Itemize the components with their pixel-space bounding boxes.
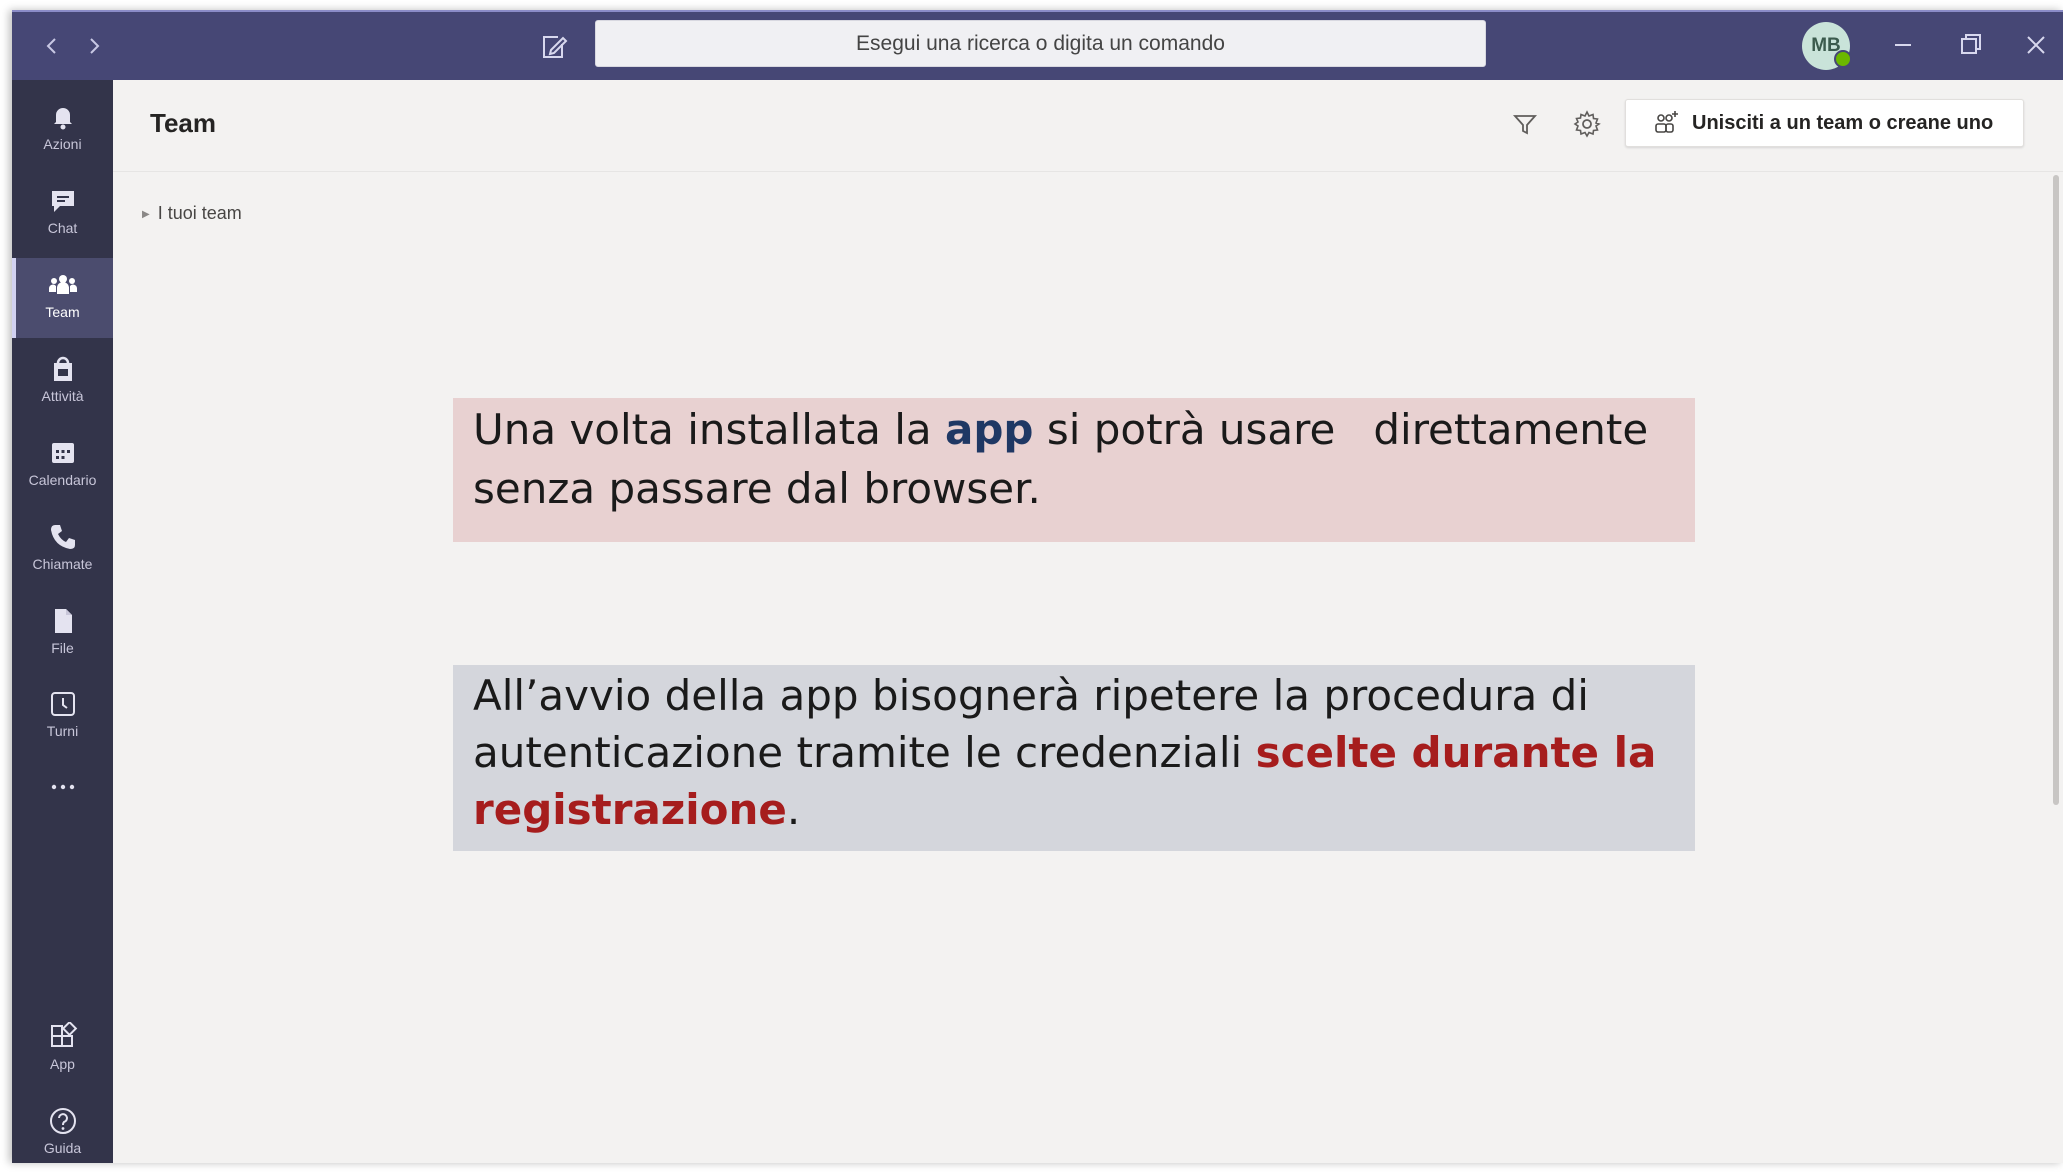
rail-item-azioni[interactable]: Azioni — [12, 90, 113, 170]
restore-icon — [1961, 34, 1981, 54]
rail-item-chat[interactable]: Chat — [12, 174, 113, 254]
callout-highlight: app — [945, 405, 1034, 454]
rail-label: Team — [45, 304, 80, 320]
join-button-label: Unisciti a un team o creane uno — [1692, 111, 1994, 134]
avatar[interactable]: MB — [1802, 22, 1852, 70]
ellipsis-icon — [51, 784, 75, 790]
settings-button[interactable] — [1572, 109, 1602, 139]
rail-item-team[interactable]: Team — [12, 258, 113, 338]
caret-right-icon: ▶ — [142, 209, 150, 220]
scrollbar[interactable] — [2053, 175, 2059, 805]
join-or-create-team-button[interactable]: Unisciti a un team o creane uno — [1625, 99, 2024, 147]
callout-text: . — [786, 785, 801, 834]
teams-header: Team Unisciti a un team o creane uno — [113, 80, 2063, 172]
rail-item-turni[interactable]: Turni — [12, 677, 113, 757]
minimize-button[interactable] — [1885, 30, 1921, 60]
callout-text: si potrà usare — [1046, 405, 1336, 454]
title-bar: Esegui una ricerca o digita un comando M… — [12, 10, 2063, 82]
page-title: Team — [150, 108, 216, 138]
rail-item-app[interactable]: App — [12, 1010, 113, 1090]
back-button[interactable] — [38, 32, 66, 60]
rail-label: Attività — [41, 388, 84, 404]
compose-icon — [543, 36, 568, 58]
clock-icon — [51, 692, 75, 716]
help-icon — [50, 1108, 76, 1134]
forward-button[interactable] — [80, 32, 108, 60]
filter-icon — [1512, 115, 1538, 135]
file-icon — [55, 609, 72, 633]
rail-label: Azioni — [43, 136, 82, 152]
rail-item-guida[interactable]: Guida — [12, 1094, 113, 1174]
rail-label: App — [50, 1056, 75, 1072]
info-callout-install: Una volta installata la app si potrà usa… — [453, 398, 1695, 542]
add-team-icon — [1655, 111, 1678, 133]
close-button[interactable] — [2018, 30, 2054, 60]
compose-button[interactable] — [538, 32, 568, 62]
rail-more-button[interactable] — [12, 762, 113, 812]
filter-button[interactable] — [1510, 109, 1540, 139]
rail-item-file[interactable]: File — [12, 594, 113, 674]
chevron-left-icon — [46, 38, 56, 54]
app-rail: Azioni Chat Team Attività Calendario Chi… — [12, 80, 113, 1163]
chat-icon — [52, 191, 74, 212]
close-icon — [2027, 36, 2045, 54]
gear-icon — [1573, 110, 1601, 138]
rail-label: Calendario — [28, 472, 97, 488]
your-teams-label: I tuoi team — [157, 203, 242, 223]
rail-label: File — [51, 640, 74, 656]
your-teams-section-toggle[interactable]: ▶ I tuoi team — [142, 203, 242, 224]
rail-item-chiamate[interactable]: Chiamate — [12, 510, 113, 590]
assignments-icon — [54, 356, 72, 381]
presence-badge — [1834, 50, 1852, 68]
rail-item-calendario[interactable]: Calendario — [12, 426, 113, 506]
teams-icon — [49, 275, 77, 294]
rail-label: Chat — [47, 220, 78, 236]
search-placeholder: Esegui una ricerca o digita un comando — [856, 31, 1225, 55]
restore-button[interactable] — [1952, 30, 1988, 60]
calendar-icon — [52, 443, 74, 463]
rail-item-attivita[interactable]: Attività — [12, 342, 113, 422]
chevron-right-icon — [90, 38, 100, 54]
teams-window: Esegui una ricerca o digita un comando M… — [12, 10, 2063, 1163]
callout-text: Una volta installata la — [473, 405, 932, 454]
bell-icon — [54, 108, 72, 130]
rail-label: Chiamate — [32, 556, 93, 572]
apps-icon — [51, 1022, 78, 1047]
rail-label: Turni — [46, 723, 79, 739]
search-input[interactable]: Esegui una ricerca o digita un comando — [595, 20, 1486, 67]
info-callout-login: All’avvio della app bisognerà ripetere l… — [453, 665, 1695, 851]
rail-label: Guida — [43, 1140, 82, 1156]
minimize-icon — [1895, 44, 1911, 46]
phone-icon — [51, 525, 75, 549]
